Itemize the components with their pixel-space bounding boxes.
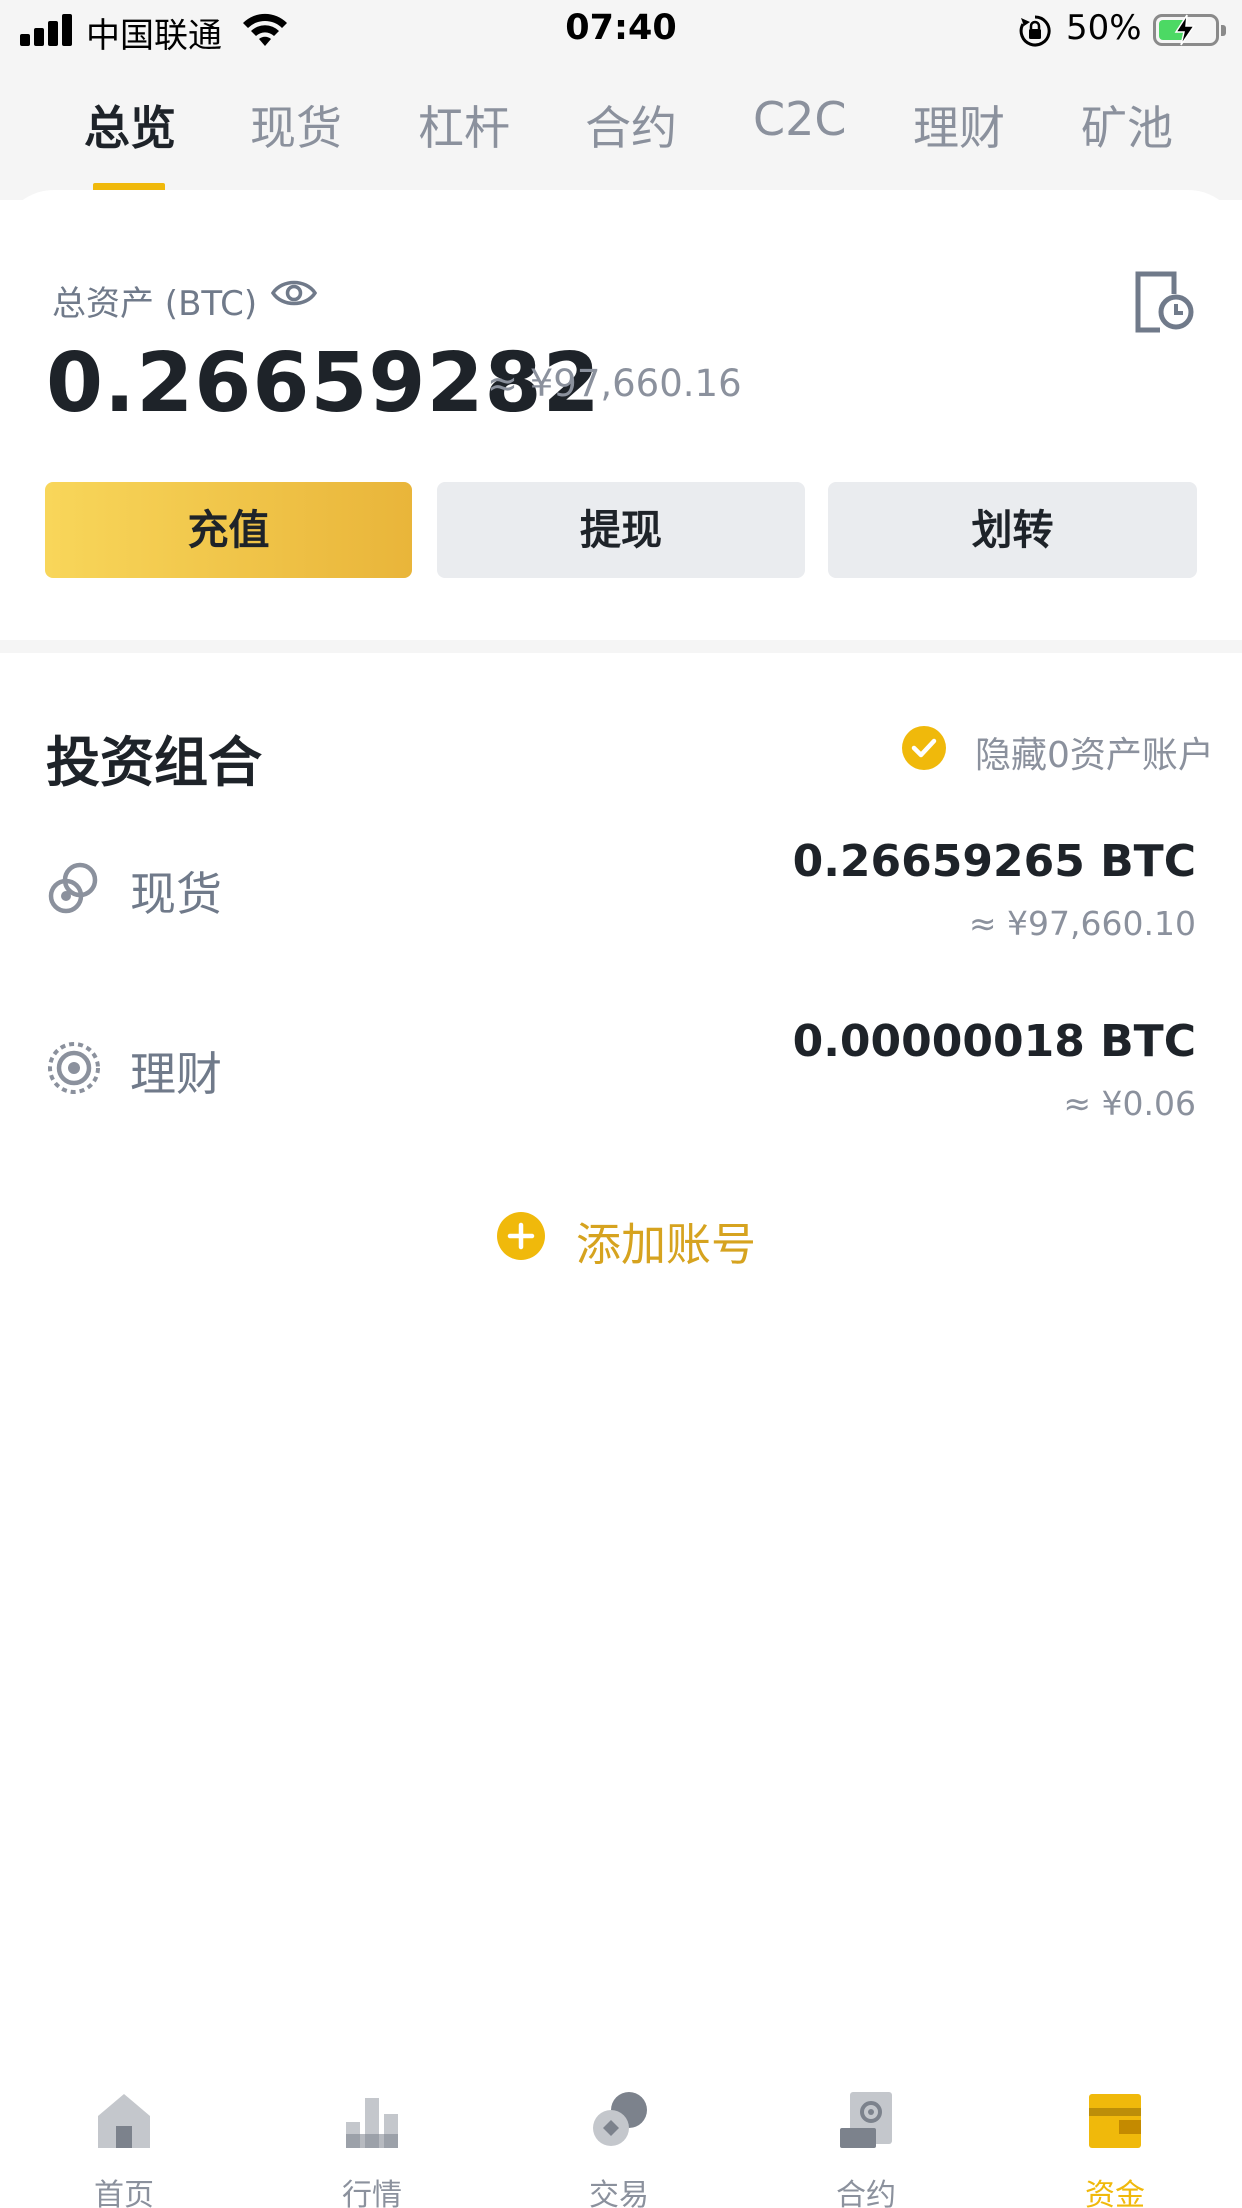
tab-futures[interactable]: 合约 — [585, 92, 677, 158]
checkmark-icon — [911, 738, 937, 758]
tab-spot[interactable]: 现货 — [250, 92, 342, 158]
tab-overview[interactable]: 总览 — [84, 92, 176, 158]
savings-icon — [48, 1042, 100, 1094]
spot-icon — [48, 862, 98, 914]
charging-bolt-icon — [1174, 14, 1196, 46]
nav-label: 资金 — [1085, 2178, 1145, 2208]
tab-margin[interactable]: 杠杆 — [418, 92, 510, 158]
account-amount: 0.00000018 BTC — [792, 1016, 1196, 1067]
nav-futures[interactable]: 合约 — [766, 2066, 966, 2208]
total-assets-label: 总资产 (BTC) — [52, 284, 258, 324]
bottom-nav: 首页 行情 交易 合约 资金 — [0, 2066, 1242, 2208]
total-cny-value: ≈ ¥97,660.16 — [487, 362, 742, 405]
battery-percent: 50% — [1066, 8, 1142, 48]
rotation-lock-icon — [1019, 15, 1051, 47]
nav-label: 首页 — [94, 2178, 154, 2208]
eye-icon[interactable] — [270, 274, 318, 312]
transfer-button[interactable]: 划转 — [828, 482, 1197, 578]
add-account-label: 添加账号 — [576, 1218, 757, 1271]
tab-savings[interactable]: 理财 — [913, 92, 1005, 158]
nav-label: 交易 — [589, 2178, 649, 2208]
account-name: 现货 — [130, 867, 222, 921]
tab-pool[interactable]: 矿池 — [1081, 92, 1173, 158]
history-icon[interactable] — [1134, 270, 1194, 334]
status-bar: 中国联通 07:40 50% — [0, 0, 1242, 62]
battery-icon — [1153, 14, 1226, 46]
trade-icon — [593, 2092, 647, 2146]
nav-markets[interactable]: 行情 — [272, 2066, 472, 2208]
account-cny: ≈ ¥0.06 — [1063, 1084, 1196, 1123]
tab-c2c[interactable]: C2C — [753, 92, 847, 146]
nav-trade[interactable]: 交易 — [519, 2066, 719, 2208]
hide-zero-label[interactable]: 隐藏0资产账户 — [975, 726, 1214, 778]
futures-icon — [840, 2092, 892, 2148]
markets-icon — [346, 2098, 398, 2148]
section-divider — [0, 640, 1242, 653]
status-time: 07:40 — [565, 8, 677, 48]
nav-label: 合约 — [836, 2178, 896, 2208]
hide-zero-checkbox[interactable] — [902, 726, 946, 770]
nav-home[interactable]: 首页 — [24, 2066, 224, 2208]
deposit-button[interactable]: 充值 — [45, 482, 412, 578]
withdraw-button[interactable]: 提现 — [437, 482, 805, 578]
portfolio-title: 投资组合 — [46, 731, 262, 794]
wallet-icon — [1089, 2094, 1141, 2148]
nav-label: 行情 — [342, 2178, 402, 2208]
account-amount: 0.26659265 BTC — [792, 836, 1196, 887]
nav-wallet[interactable]: 资金 — [1015, 2066, 1215, 2208]
account-name: 理财 — [130, 1047, 222, 1101]
account-cny: ≈ ¥97,660.10 — [968, 904, 1196, 943]
home-icon — [98, 2094, 150, 2148]
plus-circle-icon — [497, 1212, 545, 1260]
account-tabs: 总览 现货 杠杆 合约 C2C 理财 矿池 — [0, 92, 1242, 192]
